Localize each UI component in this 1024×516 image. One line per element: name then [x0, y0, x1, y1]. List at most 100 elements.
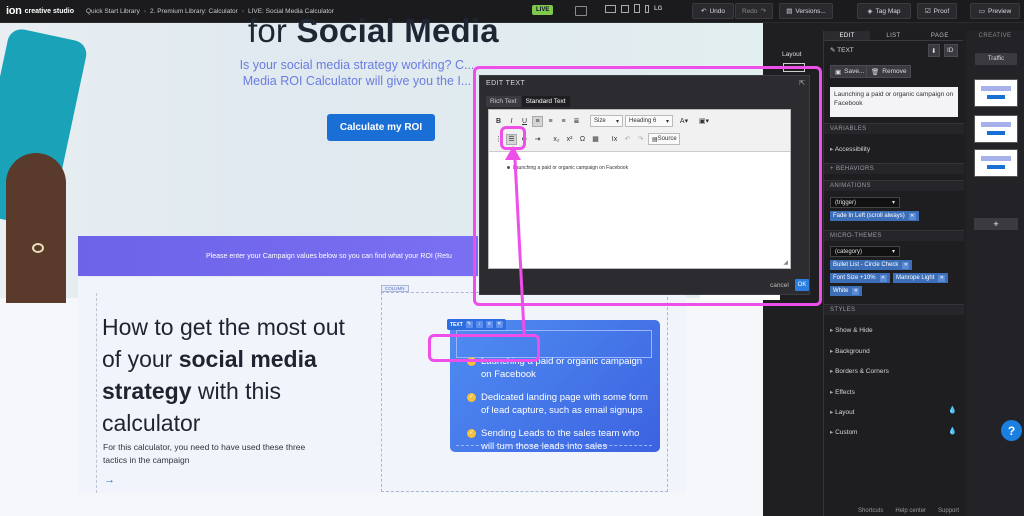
undo-icon: ↶: [701, 8, 707, 15]
check-circle-icon: ✓: [467, 393, 476, 402]
pencil-icon: ✎: [830, 47, 836, 54]
hero-subtitle[interactable]: Is your social media strategy working? C…: [232, 57, 482, 89]
text-preview[interactable]: Launching a paid or organic campaign on …: [830, 87, 958, 117]
card-outline-bottom: [456, 437, 652, 446]
preview-button[interactable]: ▭ Preview: [970, 3, 1020, 19]
help-button[interactable]: ?: [1001, 420, 1022, 441]
remove-button[interactable]: 🗑 Remove: [866, 65, 912, 78]
versions-label: Versions...: [795, 7, 826, 15]
add-page-button[interactable]: +: [974, 218, 1018, 230]
style-item-borders[interactable]: Borders & Corners: [830, 367, 889, 375]
brand[interactable]: ion creative studio: [0, 5, 86, 17]
campaign-banner[interactable]: Please enter your Campaign values below …: [78, 236, 478, 276]
arrow-head-icon: [505, 146, 521, 160]
breadcrumb-separator: ›: [241, 7, 244, 15]
theme-chip-label: Font Size +10%: [833, 275, 876, 281]
support-link[interactable]: Support: [938, 508, 959, 514]
tab-list[interactable]: LIST: [870, 31, 916, 40]
hero-title-light: for: [248, 12, 297, 49]
hero-title-bold: Social Media: [296, 12, 499, 49]
trigger-select[interactable]: (trigger) ▾: [830, 197, 900, 208]
preview-icon: ▭: [978, 8, 986, 15]
versions-button[interactable]: ▤ Versions...: [779, 3, 833, 19]
list-icon[interactable]: ≡: [485, 321, 493, 328]
tag-icon: ◈: [867, 8, 873, 15]
highlight-modal: [473, 66, 822, 306]
id-icon[interactable]: ID: [944, 44, 958, 57]
breadcrumb-item[interactable]: Quick Start Library: [86, 8, 140, 15]
section-header-micro-themes[interactable]: MICRO-THEMES: [824, 230, 964, 241]
accessibility-item[interactable]: Accessibility: [830, 145, 870, 153]
tag-map-button[interactable]: ◈ Tag Map: [857, 3, 911, 19]
download-icon[interactable]: ⬇: [928, 44, 940, 57]
trash-icon: 🗑: [871, 68, 880, 76]
style-item-background[interactable]: Background: [830, 347, 870, 355]
style-item-effects[interactable]: Effects: [830, 388, 855, 396]
tab-page[interactable]: PAGE: [917, 31, 963, 40]
section-heading[interactable]: How to get the most out of your social m…: [102, 311, 362, 439]
style-item-custom[interactable]: Custom: [830, 428, 857, 436]
droplet-icon: 💧: [948, 407, 957, 414]
droplet-icon: 💧: [948, 428, 957, 435]
close-icon[interactable]: ✕: [852, 287, 860, 295]
shortcuts-link[interactable]: Shortcuts: [858, 508, 883, 514]
breadcrumb-item[interactable]: 2. Premium Library: Calculator: [150, 8, 238, 15]
creative-header: CREATIVE: [978, 33, 1012, 39]
panel-tabs: EDIT LIST PAGE: [824, 31, 963, 41]
arrow-right-icon[interactable]: →: [104, 474, 115, 486]
breadcrumb-separator: ›: [143, 7, 146, 15]
page-thumbnail[interactable]: [974, 149, 1018, 177]
close-icon[interactable]: ✕: [902, 261, 910, 269]
section-header-styles[interactable]: STYLES: [824, 304, 964, 315]
close-icon[interactable]: ✕: [879, 274, 887, 282]
brand-name: creative studio: [24, 7, 75, 15]
section-header-variables[interactable]: VARIABLES: [824, 123, 964, 134]
highlight-text-toolbar: [428, 334, 540, 362]
section-description[interactable]: For this calculator, you need to have us…: [103, 441, 323, 467]
help-center-link[interactable]: Help center: [895, 508, 926, 514]
category-select[interactable]: (category) ▾: [830, 246, 900, 257]
animation-chip[interactable]: Fade In Left (scroll always) ✕: [830, 211, 919, 221]
ring-image: [32, 243, 44, 253]
remove-label: Remove: [882, 68, 907, 75]
trash-icon[interactable]: ✕: [495, 321, 503, 328]
tab-edit[interactable]: EDIT: [824, 31, 871, 40]
theme-chip[interactable]: Bullet List - Circle Check ✕: [830, 260, 913, 270]
theme-chip[interactable]: Font Size +10% ✕: [830, 273, 890, 283]
column-tag: COLUMN: [381, 285, 409, 292]
redo-button[interactable]: Redo ↷: [735, 3, 773, 19]
undo-button[interactable]: ↶ Undo: [692, 3, 734, 19]
proof-label: Proof: [933, 7, 950, 15]
style-item-show-hide[interactable]: Show & Hide: [830, 326, 873, 334]
undo-label: Undo: [709, 7, 725, 15]
device-lg-label[interactable]: LG: [654, 6, 662, 12]
save-label: Save...: [844, 68, 865, 75]
proof-button[interactable]: ☑ Proof: [917, 3, 957, 19]
properties-panel: EDIT LIST PAGE ✎ TEXT ⬇ ID ▣ Save... 🗑 Rem…: [823, 31, 964, 516]
theme-chip[interactable]: White ✕: [830, 286, 863, 296]
hero-title[interactable]: for Social Media: [248, 12, 499, 50]
element-type-label: TEXT: [837, 47, 854, 54]
traffic-button[interactable]: Traffic: [975, 53, 1017, 65]
section-header-behaviors[interactable]: + BEHAVIORS: [824, 163, 964, 174]
save-icon: ▣: [835, 68, 842, 76]
edit-icon[interactable]: ✎: [465, 321, 473, 328]
save-button[interactable]: ▣ Save...: [830, 65, 870, 78]
page-thumbnail[interactable]: [974, 79, 1018, 107]
category-select-label: (category): [835, 248, 863, 255]
move-down-icon[interactable]: ↓: [475, 321, 483, 328]
theme-chip[interactable]: Manrope Light ✕: [893, 273, 949, 283]
close-icon[interactable]: ✕: [938, 274, 946, 282]
tablet-icon[interactable]: [634, 4, 640, 13]
calculate-roi-button[interactable]: Calculate my ROI: [327, 114, 435, 141]
desktop-icon[interactable]: [605, 4, 616, 13]
section-header-animations[interactable]: ANIMATIONS: [824, 180, 964, 191]
page-thumbnail[interactable]: [974, 115, 1018, 143]
tablet-landscape-icon[interactable]: [621, 4, 629, 13]
library-icon[interactable]: [575, 6, 587, 16]
text-element-toolbar[interactable]: TEXT ✎ ↓ ≡ ✕: [447, 319, 506, 330]
list-item[interactable]: ✓ Dedicated landing page with some form …: [467, 391, 652, 417]
close-icon[interactable]: ✕: [908, 212, 916, 220]
style-item-layout[interactable]: Layout: [830, 408, 855, 416]
phone-icon[interactable]: [645, 4, 649, 13]
